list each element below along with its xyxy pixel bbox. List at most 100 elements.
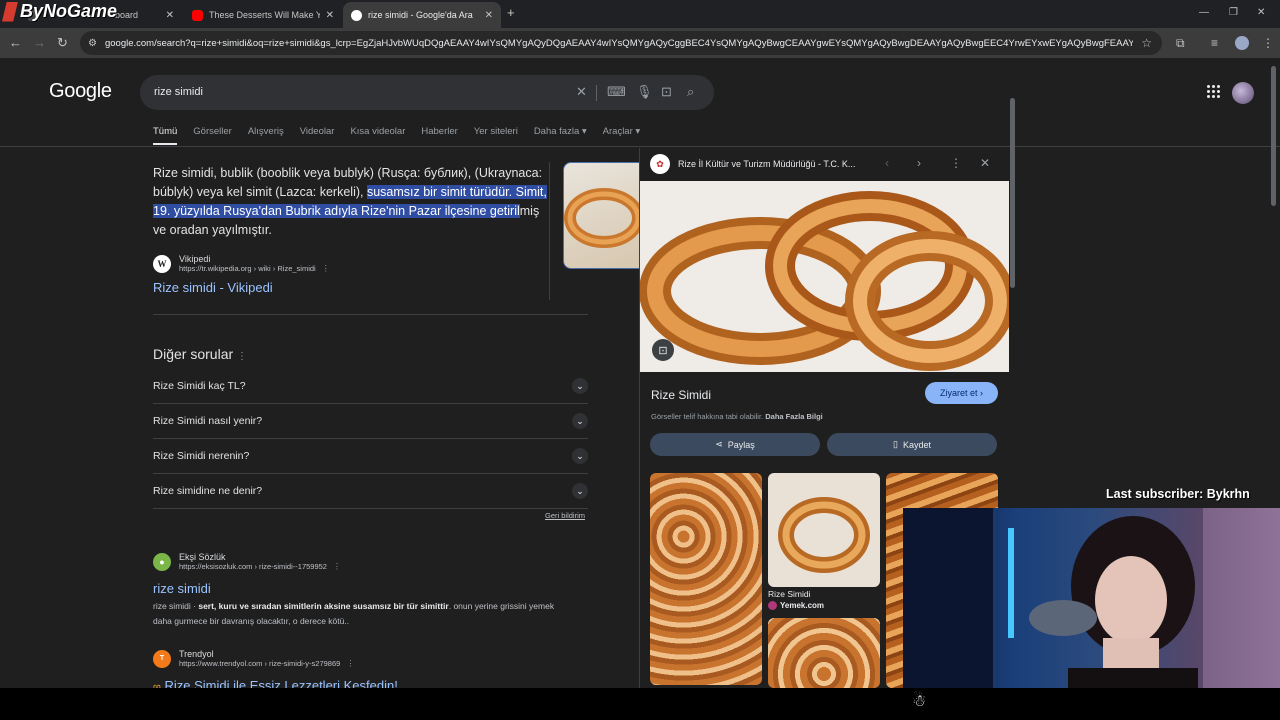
search-icon[interactable]: ⌕ bbox=[687, 84, 694, 100]
chevron-down-icon: ⌄ bbox=[572, 413, 588, 429]
new-tab-button[interactable]: + bbox=[507, 5, 515, 20]
result-title-link[interactable]: Rize simidi - Vikipedi bbox=[153, 280, 273, 295]
result-snippet: rize simidi · sert, kuru ve sıradan simi… bbox=[153, 601, 555, 626]
close-icon[interactable]: ✕ bbox=[485, 10, 493, 21]
page-scrollbar[interactable] bbox=[1271, 66, 1276, 206]
trendyol-icon: T bbox=[153, 649, 171, 668]
site-logo-icon: ✿ bbox=[650, 154, 670, 174]
question-item[interactable]: Rize Simidi nasıl yenir? ⌄ bbox=[153, 404, 588, 439]
browser-tab[interactable]: These Desserts Will Make Your ✕ bbox=[184, 2, 342, 28]
address-bar[interactable]: ⚙ google.com/search?q=rize+simidi&oq=riz… bbox=[80, 31, 1162, 55]
previous-arrow-icon[interactable]: ‹ bbox=[885, 156, 889, 170]
profile-avatar[interactable] bbox=[1235, 36, 1249, 50]
tab-label: These Desserts Will Make Your bbox=[209, 10, 320, 20]
tab-label: board bbox=[115, 10, 139, 20]
source-name: Trendyol bbox=[179, 649, 214, 659]
site-info-icon[interactable]: ⚙ bbox=[88, 38, 97, 49]
close-icon[interactable]: ✕ bbox=[326, 10, 334, 21]
tab-tools[interactable]: Araçlar ▾ bbox=[603, 126, 641, 145]
search-input[interactable]: rize simidi bbox=[154, 86, 203, 98]
panel-scrollbar[interactable] bbox=[1010, 98, 1015, 288]
lens-search-icon[interactable]: ⊡ bbox=[652, 339, 674, 361]
related-image-thumbnail[interactable] bbox=[768, 618, 880, 688]
google-logo[interactable]: Google bbox=[49, 80, 112, 103]
tab-local[interactable]: Yer siteleri bbox=[474, 126, 518, 145]
question-item[interactable]: Rize Simidi nerenin? ⌄ bbox=[153, 439, 588, 474]
close-panel-icon[interactable]: ✕ bbox=[980, 156, 990, 170]
browser-toolbar: ← → ↻ ⚙ google.com/search?q=rize+simidi&… bbox=[0, 28, 1280, 58]
menu-kebab-icon[interactable]: ⋮ bbox=[1262, 36, 1274, 50]
search-box[interactable]: rize simidi ✕ ⌨ 🎙 ⊡ ⌕ bbox=[140, 75, 714, 110]
panel-header: ✿ Rize İl Kültür ve Turizm Müdürlüğü - T… bbox=[640, 148, 1010, 180]
source-url: https://www.trendyol.com › rize-simidi-y… bbox=[179, 659, 341, 668]
tab-more[interactable]: Daha fazla ▾ bbox=[534, 126, 587, 145]
tab-news[interactable]: Haberler bbox=[421, 126, 457, 145]
question-item[interactable]: Rize simidine ne denir? ⌄ bbox=[153, 474, 588, 509]
feedback-link[interactable]: Geri bildirim bbox=[545, 511, 585, 520]
source-url: https://tr.wikipedia.org › wiki › Rize_s… bbox=[179, 264, 316, 273]
thumbnail-source[interactable]: Yemek.com bbox=[768, 601, 824, 610]
microphone-icon[interactable]: 🎙 bbox=[636, 84, 653, 100]
back-arrow-icon[interactable]: ← bbox=[9, 35, 22, 50]
browser-tab-active[interactable]: rize simidi - Google'da Ara ✕ bbox=[343, 2, 501, 28]
result-source[interactable]: ● Ekşi Sözlük https://eksisozluk.com › r… bbox=[153, 552, 341, 571]
clear-search-icon[interactable]: ✕ bbox=[576, 84, 587, 100]
share-button[interactable]: ⋖ Paylaş bbox=[650, 433, 820, 456]
more-options-icon[interactable]: ⋮ bbox=[950, 156, 962, 170]
restore-icon[interactable]: ❐ bbox=[1229, 7, 1238, 18]
visit-button[interactable]: Ziyaret et › bbox=[925, 382, 998, 404]
related-image-thumbnail[interactable] bbox=[768, 473, 880, 587]
divider bbox=[549, 162, 550, 300]
minimize-icon[interactable]: — bbox=[1199, 7, 1209, 18]
url-text: google.com/search?q=rize+simidi&oq=rize+… bbox=[104, 37, 1134, 49]
bookmark-star-icon[interactable]: ☆ bbox=[1141, 36, 1152, 50]
question-item[interactable]: Rize Simidi kaç TL? ⌄ bbox=[153, 369, 588, 404]
thumbnail-caption[interactable]: Rize Simidi bbox=[768, 589, 811, 599]
extensions-icon[interactable]: ⧉ bbox=[1176, 36, 1185, 51]
eksisozluk-icon: ● bbox=[153, 552, 171, 571]
panel-image-title: Rize Simidi bbox=[651, 388, 712, 402]
google-apps-icon[interactable] bbox=[1207, 85, 1220, 98]
panel-site-name[interactable]: Rize İl Kültür ve Turizm Müdürlüğü - T.C… bbox=[678, 159, 855, 169]
more-options-icon[interactable]: ⋮ bbox=[333, 562, 341, 571]
more-options-icon[interactable]: ⋮ bbox=[346, 659, 354, 668]
save-button[interactable]: ▯ Kaydet bbox=[827, 433, 997, 456]
forward-arrow-icon[interactable]: → bbox=[33, 35, 46, 50]
main-image[interactable]: ⊡ bbox=[640, 181, 1009, 372]
window-close-icon[interactable]: ✕ bbox=[1257, 7, 1265, 18]
tab-videos[interactable]: Videolar bbox=[300, 126, 335, 145]
learn-more-link[interactable]: Daha Fazla Bilgi bbox=[765, 412, 823, 421]
wikipedia-icon: W bbox=[153, 254, 171, 273]
result-source[interactable]: T Trendyol https://www.trendyol.com › ri… bbox=[153, 649, 354, 668]
tab-short-videos[interactable]: Kısa videolar bbox=[350, 126, 405, 145]
logo-mark-icon bbox=[2, 1, 18, 22]
result-source[interactable]: W Vikipedi https://tr.wikipedia.org › wi… bbox=[153, 254, 330, 273]
source-url: https://eksisozluk.com › rize-simidi--17… bbox=[179, 562, 327, 571]
account-avatar[interactable] bbox=[1232, 82, 1254, 104]
close-icon[interactable]: ✕ bbox=[166, 10, 174, 21]
search-tabs: Tümü Görseller Alışveriş Videolar Kısa v… bbox=[153, 126, 640, 145]
browser-tab-bar: board ✕ These Desserts Will Make Your ✕ … bbox=[0, 0, 1280, 28]
reading-list-icon[interactable]: ≡ bbox=[1211, 36, 1218, 50]
tab-images[interactable]: Görseller bbox=[193, 126, 232, 145]
related-image-thumbnail[interactable] bbox=[650, 473, 762, 685]
reload-icon[interactable]: ↻ bbox=[57, 35, 68, 51]
more-options-icon[interactable]: ⋮ bbox=[322, 264, 330, 273]
google-lens-icon[interactable]: ⊡ bbox=[661, 84, 672, 100]
people-also-ask-title: Diğer sorular ⋮ bbox=[153, 346, 248, 362]
chevron-down-icon: ⌄ bbox=[572, 448, 588, 464]
divider bbox=[153, 314, 588, 315]
keyboard-icon[interactable]: ⌨ bbox=[607, 84, 626, 100]
bookmark-icon: ▯ bbox=[893, 439, 898, 449]
divider bbox=[596, 85, 597, 101]
more-options-icon[interactable]: ⋮ bbox=[237, 351, 247, 362]
result-title-link[interactable]: rize simidi bbox=[153, 581, 211, 596]
stream-bottom-bar: ☃ bbox=[0, 688, 1280, 720]
tab-all[interactable]: Tümü bbox=[153, 126, 178, 145]
webcam-feed bbox=[903, 508, 1280, 690]
tab-shopping[interactable]: Alışveriş bbox=[248, 126, 284, 145]
copyright-notice: Görseller telif hakkına tabi olabilir. D… bbox=[651, 412, 823, 421]
next-arrow-icon[interactable]: › bbox=[917, 156, 921, 170]
google-icon bbox=[351, 9, 362, 21]
logo-text: ByNoGame bbox=[20, 1, 118, 21]
